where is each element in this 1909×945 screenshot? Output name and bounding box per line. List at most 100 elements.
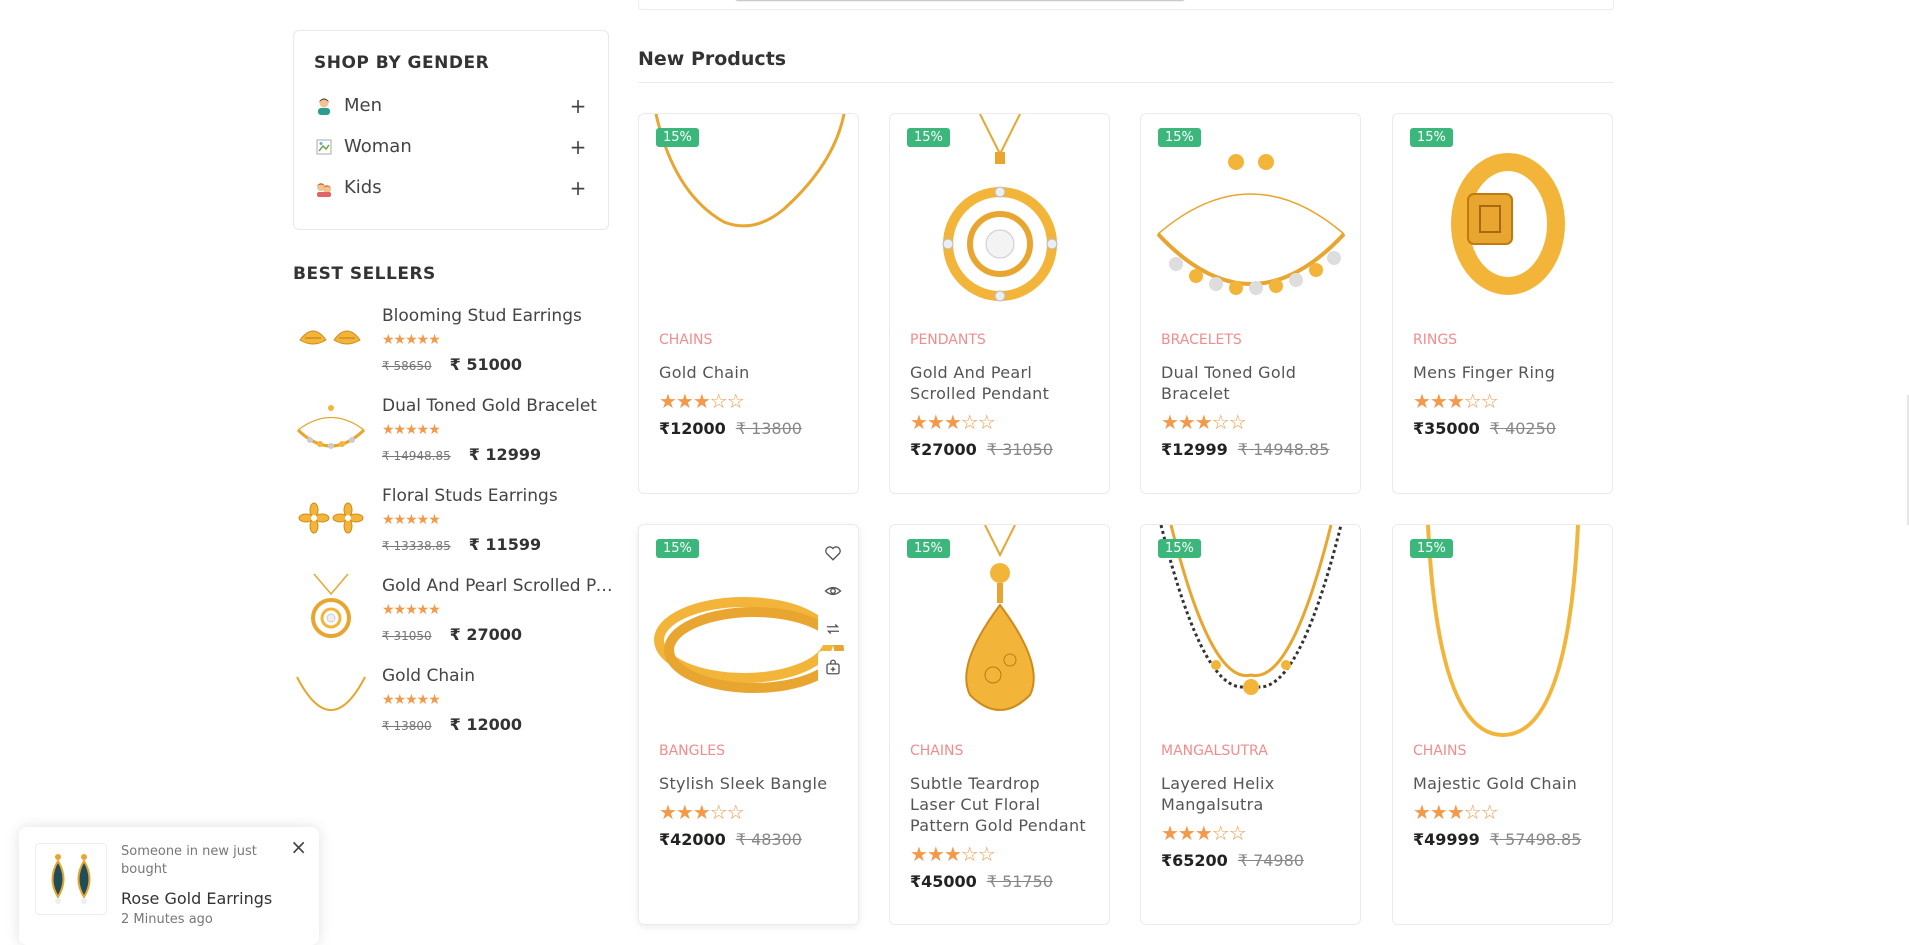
product-title[interactable]: Majestic Gold Chain: [1393, 773, 1612, 794]
old-price: ₹ 58650: [382, 359, 432, 373]
product-category[interactable]: MANGALSUTRA: [1141, 743, 1360, 765]
stud-earrings-thumbnail: [293, 300, 369, 376]
discount-badge: 15%: [1410, 128, 1453, 147]
product-old-price: ₹ 31050: [986, 440, 1053, 459]
floral-studs-thumbnail: [293, 480, 369, 556]
best-sellers-list: Blooming Stud Earrings ★★★★★ ₹ 58650 ₹ 51…: [293, 300, 613, 750]
product-old-price: ₹ 74980: [1237, 851, 1304, 870]
wishlist-heart-icon[interactable]: [818, 537, 848, 569]
product-old-price: ₹ 14948.85: [1237, 440, 1330, 459]
rating-stars: ★★★☆☆: [659, 389, 745, 413]
best-seller-name[interactable]: Gold Chain: [382, 666, 613, 686]
product-old-price: ₹ 51750: [986, 872, 1053, 891]
gender-item-woman[interactable]: Woman +: [314, 126, 588, 167]
gold-chain-thumbnail: [293, 660, 369, 736]
expand-plus-icon[interactable]: +: [568, 135, 588, 159]
rating-stars: ★★★☆☆: [1413, 800, 1499, 824]
best-seller-item[interactable]: Gold And Pearl Scrolled Pendant ★★★★★ ₹ …: [293, 570, 613, 660]
best-seller-name[interactable]: Blooming Stud Earrings: [382, 306, 613, 326]
best-seller-name[interactable]: Gold And Pearl Scrolled Pendant: [382, 576, 613, 596]
rating-stars: ★★★☆☆: [910, 410, 996, 434]
product-title[interactable]: Layered Helix Mangalsutra: [1141, 773, 1360, 815]
product-price: ₹27000: [910, 440, 977, 459]
broken-image-icon: [314, 137, 334, 157]
gender-item-men[interactable]: Men +: [314, 85, 588, 126]
best-seller-item[interactable]: Floral Studs Earrings ★★★★★ ₹ 13338.85 ₹ …: [293, 480, 613, 570]
gender-label-kids: Kids: [344, 177, 382, 198]
best-seller-item[interactable]: Dual Toned Gold Bracelet ★★★★★ ₹ 14948.8…: [293, 390, 613, 480]
pendant-thumbnail: [293, 570, 369, 646]
product-title[interactable]: Gold And Pearl Scrolled Pendant: [890, 362, 1109, 404]
rating-stars: ★★★★★: [382, 512, 441, 528]
product-title[interactable]: Dual Toned Gold Bracelet: [1141, 362, 1360, 404]
product-category[interactable]: CHAINS: [1393, 743, 1612, 765]
new-price: ₹ 11599: [468, 535, 542, 554]
top-search-strip: [638, 0, 1614, 10]
best-sellers-title: BEST SELLERS: [293, 264, 436, 284]
product-category[interactable]: CHAINS: [639, 332, 858, 354]
best-seller-item[interactable]: Gold Chain ★★★★★ ₹ 13800 ₹ 12000: [293, 660, 613, 750]
product-card[interactable]: 15% BRACELETS Dual Toned Gold Bracelet ★…: [1140, 113, 1361, 494]
recent-purchase-toast: Someone in new just bought Rose Gold Ear…: [19, 827, 319, 945]
discount-badge: 15%: [907, 128, 950, 147]
rating-stars: ★★★★★: [382, 602, 441, 618]
product-category[interactable]: BRACELETS: [1141, 332, 1360, 354]
rating-stars: ★★★☆☆: [1413, 389, 1499, 413]
man-emoji-icon: [314, 96, 334, 116]
rating-stars: ★★★☆☆: [659, 800, 745, 824]
product-category[interactable]: BANGLES: [639, 743, 858, 765]
rating-stars: ★★★★★: [382, 332, 441, 348]
expand-plus-icon[interactable]: +: [568, 176, 588, 200]
product-price: ₹65200: [1161, 851, 1228, 870]
product-card[interactable]: 15% MANGALSUTRA Layered Helix Mangalsutr…: [1140, 524, 1361, 925]
gender-item-kids[interactable]: Kids +: [314, 167, 588, 208]
compare-arrows-icon[interactable]: [818, 613, 848, 645]
product-price: ₹12000: [659, 419, 726, 438]
product-card[interactable]: 15% RINGS Mens Finger Ring ★★★☆☆ ₹35000 ₹…: [1392, 113, 1613, 494]
shop-by-gender-title: SHOP BY GENDER: [314, 53, 490, 73]
shop-by-gender-panel: SHOP BY GENDER Men + Woman + Kids +: [293, 30, 609, 230]
toast-time: 2 Minutes ago: [121, 912, 213, 927]
product-old-price: ₹ 57498.85: [1489, 830, 1582, 849]
best-seller-item[interactable]: Blooming Stud Earrings ★★★★★ ₹ 58650 ₹ 51…: [293, 300, 613, 390]
product-title[interactable]: Mens Finger Ring: [1393, 362, 1612, 383]
discount-badge: 15%: [1410, 539, 1453, 558]
product-old-price: ₹ 13800: [735, 419, 802, 438]
quick-view-eye-icon[interactable]: [818, 575, 848, 607]
toast-product-name[interactable]: Rose Gold Earrings: [121, 889, 303, 908]
product-price: ₹45000: [910, 872, 977, 891]
strip-shadow: [735, 0, 1185, 1]
expand-plus-icon[interactable]: +: [568, 94, 588, 118]
add-to-cart-bag-icon[interactable]: [818, 651, 848, 683]
product-title[interactable]: Subtle Teardrop Laser Cut Floral Pattern…: [890, 773, 1109, 836]
product-card[interactable]: 15% CHAINS Gold Chain ★★★☆☆ ₹12000 ₹ 1380…: [638, 113, 859, 494]
product-card[interactable]: 15% PENDANTS Gold And Pearl Scrolled Pen…: [889, 113, 1110, 494]
close-icon[interactable]: ×: [290, 835, 307, 859]
gender-list: Men + Woman + Kids +: [314, 85, 588, 208]
best-seller-name[interactable]: Dual Toned Gold Bracelet: [382, 396, 613, 416]
product-price: ₹42000: [659, 830, 726, 849]
product-category[interactable]: CHAINS: [890, 743, 1109, 765]
new-price: ₹ 12000: [449, 715, 522, 734]
new-products-title: New Products: [638, 48, 787, 70]
rating-stars: ★★★☆☆: [1161, 821, 1247, 845]
product-card[interactable]: 15% BANGLES Stylish Sleek Bangle ★★★☆☆ ₹…: [638, 524, 859, 925]
product-price: ₹12999: [1161, 440, 1228, 459]
rating-stars: ★★★★★: [382, 422, 441, 438]
rating-stars: ★★★☆☆: [910, 842, 996, 866]
product-card[interactable]: 15% CHAINS Majestic Gold Chain ★★★☆☆ ₹49…: [1392, 524, 1613, 925]
product-card[interactable]: 15% CHAINS Subtle Teardrop Laser Cut Flo…: [889, 524, 1110, 925]
new-price: ₹ 51000: [449, 355, 522, 374]
kids-emoji-icon: [314, 178, 334, 198]
new-price: ₹ 27000: [449, 625, 522, 644]
discount-badge: 15%: [1158, 128, 1201, 147]
old-price: ₹ 31050: [382, 629, 432, 643]
product-title[interactable]: Gold Chain: [639, 362, 858, 383]
earrings-thumbnail[interactable]: [35, 843, 107, 915]
product-title[interactable]: Stylish Sleek Bangle: [639, 773, 858, 794]
product-category[interactable]: RINGS: [1393, 332, 1612, 354]
product-price: ₹35000: [1413, 419, 1480, 438]
product-category[interactable]: PENDANTS: [890, 332, 1109, 354]
best-seller-name[interactable]: Floral Studs Earrings: [382, 486, 613, 506]
gender-label-men: Men: [344, 95, 383, 116]
